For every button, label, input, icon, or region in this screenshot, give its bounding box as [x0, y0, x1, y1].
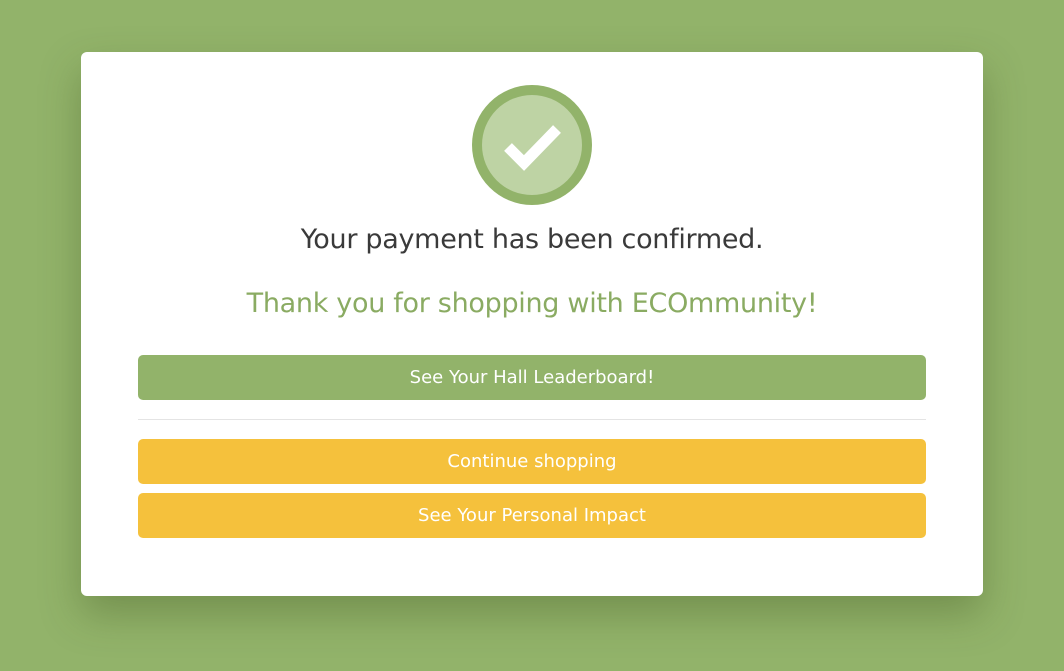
confirmation-title: Your payment has been confirmed. [300, 224, 764, 255]
check-circle-icon [472, 85, 592, 205]
hall-leaderboard-button[interactable]: See Your Hall Leaderboard! [138, 355, 926, 400]
confirmation-card: Your payment has been confirmed. Thank y… [81, 52, 983, 596]
divider [138, 419, 926, 420]
personal-impact-button[interactable]: See Your Personal Impact [138, 493, 926, 538]
thank-you-message: Thank you for shopping with ECOmmunity! [246, 288, 818, 319]
continue-shopping-button[interactable]: Continue shopping [138, 439, 926, 484]
